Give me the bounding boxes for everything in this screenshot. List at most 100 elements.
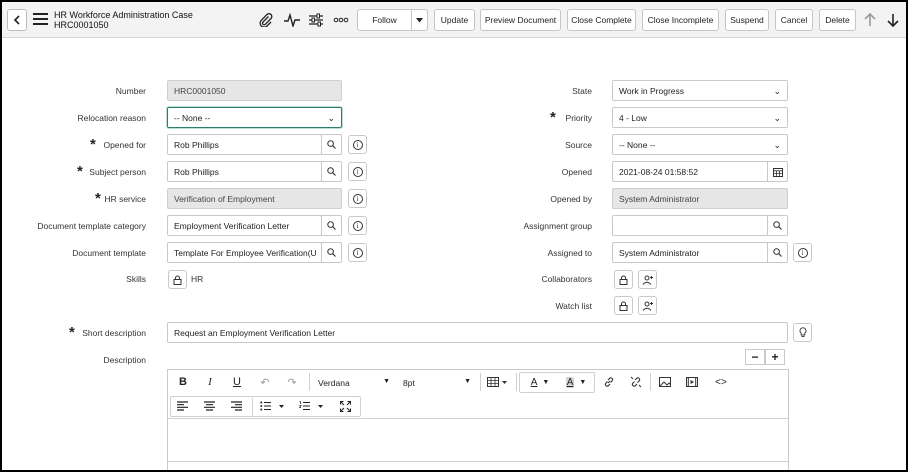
text-color-icon[interactable]: A ▼ [526, 375, 554, 389]
toolbar-separator [252, 398, 253, 416]
arrow-down-icon[interactable] [886, 11, 900, 29]
source-select[interactable]: -- None -- ⌄ [612, 134, 788, 155]
state-select[interactable]: Work in Progress ⌄ [612, 80, 788, 101]
opened-for-info-button[interactable]: i [348, 135, 367, 154]
preview-document-button[interactable]: Preview Document [480, 9, 561, 31]
font-size-dropdown[interactable]: 8pt ▼ [403, 378, 471, 388]
subject-person-field[interactable]: Rob Phillips [167, 161, 322, 182]
description-editor[interactable]: B I U ↶ ↷ Verdana ▼ 8pt ▼ A ▼ A ▼ <> [167, 369, 789, 470]
video-icon[interactable] [684, 375, 700, 389]
activity-icon[interactable] [283, 12, 301, 28]
search-icon [773, 248, 782, 257]
watch-list-add-button[interactable] [638, 296, 657, 315]
paperclip-icon[interactable] [258, 12, 274, 28]
undo-icon[interactable]: ↶ [258, 375, 272, 389]
hr-service-label: HR service [104, 194, 146, 204]
background-color-icon[interactable]: A ▼ [562, 375, 590, 389]
back-button[interactable] [7, 9, 27, 31]
align-right-icon[interactable] [228, 399, 244, 413]
font-family-dropdown[interactable]: Verdana ▼ [318, 378, 390, 388]
follow-dropdown-button[interactable] [411, 9, 428, 31]
assigned-to-info-button[interactable]: i [793, 243, 812, 262]
record-number: HRC0001050 [54, 20, 109, 30]
subject-person-search-button[interactable] [321, 161, 342, 182]
opened-calendar-button[interactable] [767, 161, 788, 182]
document-template-category-field[interactable]: Employment Verification Letter [167, 215, 322, 236]
collaborators-lock-button[interactable] [614, 270, 633, 289]
opened-by-field: System Administrator [612, 188, 788, 209]
caret-down-icon [416, 17, 423, 22]
link-icon[interactable] [601, 375, 617, 389]
sliders-icon[interactable] [308, 12, 324, 28]
number-field: HRC0001050 [167, 80, 342, 101]
underline-icon[interactable]: U [230, 375, 244, 389]
bullet-list-icon[interactable] [259, 399, 289, 413]
update-button[interactable]: Update [434, 9, 475, 31]
opened-for-field[interactable]: Rob Phillips [167, 134, 322, 155]
search-icon [327, 221, 336, 230]
collapse-editor-button[interactable]: − [745, 349, 765, 365]
caret-down-icon: ▼ [464, 378, 471, 385]
close-incomplete-button[interactable]: Close Incomplete [642, 9, 719, 31]
priority-select[interactable]: 4 - Low ⌄ [612, 107, 788, 128]
lightbulb-icon [799, 327, 806, 338]
opened-for-search-button[interactable] [321, 134, 342, 155]
numbered-list-icon[interactable] [298, 399, 328, 413]
hr-service-info-button[interactable]: i [348, 189, 367, 208]
chevron-down-icon: ⌄ [773, 140, 781, 150]
collaborators-add-button[interactable] [638, 270, 657, 289]
document-template-info-button[interactable]: i [348, 243, 367, 262]
toolbar-separator [309, 373, 310, 391]
italic-icon[interactable]: I [203, 375, 217, 389]
font-size-value: 8pt [403, 378, 415, 388]
form-header: HR Workforce Administration Case HRC0001… [2, 2, 906, 38]
table-icon[interactable] [486, 375, 510, 389]
close-complete-button[interactable]: Close Complete [567, 9, 636, 31]
info-icon: i [352, 220, 363, 231]
toolbar-separator [480, 373, 481, 391]
unlink-icon[interactable] [628, 375, 644, 389]
document-template-field[interactable]: Template For Employee Verification(U [167, 242, 322, 263]
info-icon: i [352, 139, 363, 150]
follow-button[interactable]: Follow [357, 9, 412, 31]
document-template-category-info-button[interactable]: i [348, 216, 367, 235]
document-template-search-button[interactable] [321, 242, 342, 263]
bold-icon[interactable]: B [176, 375, 190, 389]
image-icon[interactable] [657, 375, 673, 389]
assigned-to-search-button[interactable] [767, 242, 788, 263]
more-icon[interactable] [332, 12, 350, 28]
subject-person-info-button[interactable]: i [348, 162, 367, 181]
arrow-up-icon[interactable] [863, 11, 877, 29]
menu-icon[interactable] [33, 12, 48, 26]
relocation-reason-select[interactable]: -- None -- ⌄ [167, 107, 342, 128]
description-label: Description [103, 355, 146, 365]
assignment-group-field[interactable] [612, 215, 768, 236]
assigned-to-field[interactable]: System Administrator [612, 242, 768, 263]
toolbar-separator [516, 373, 517, 391]
source-value: -- None -- [619, 139, 656, 150]
short-description-field[interactable]: Request an Employment Verification Lette… [167, 322, 788, 343]
watch-list-lock-button[interactable] [614, 296, 633, 315]
chevron-down-icon: ⌄ [327, 113, 335, 123]
code-icon[interactable]: <> [712, 375, 730, 389]
skills-lock-button[interactable] [168, 270, 187, 289]
subject-person-label: Subject person [89, 167, 146, 177]
suggestion-button[interactable] [793, 323, 812, 342]
fullscreen-icon[interactable] [337, 399, 353, 413]
align-center-icon[interactable] [201, 399, 217, 413]
expand-editor-button[interactable]: + [765, 349, 785, 365]
suspend-button[interactable]: Suspend [725, 9, 769, 31]
document-template-label: Document template [72, 248, 146, 258]
info-icon: i [352, 247, 363, 258]
delete-button[interactable]: Delete [819, 9, 856, 31]
skills-label: Skills [126, 274, 146, 284]
assignment-group-search-button[interactable] [767, 215, 788, 236]
cancel-button[interactable]: Cancel [775, 9, 813, 31]
opened-field[interactable]: 2021-08-24 01:58:52 [612, 161, 768, 182]
assigned-to-label: Assigned to [547, 248, 592, 258]
editor-content-area[interactable] [168, 420, 788, 460]
document-template-category-search-button[interactable] [321, 215, 342, 236]
source-label: Source [565, 140, 592, 150]
align-left-icon[interactable] [174, 399, 190, 413]
redo-icon[interactable]: ↷ [285, 375, 299, 389]
